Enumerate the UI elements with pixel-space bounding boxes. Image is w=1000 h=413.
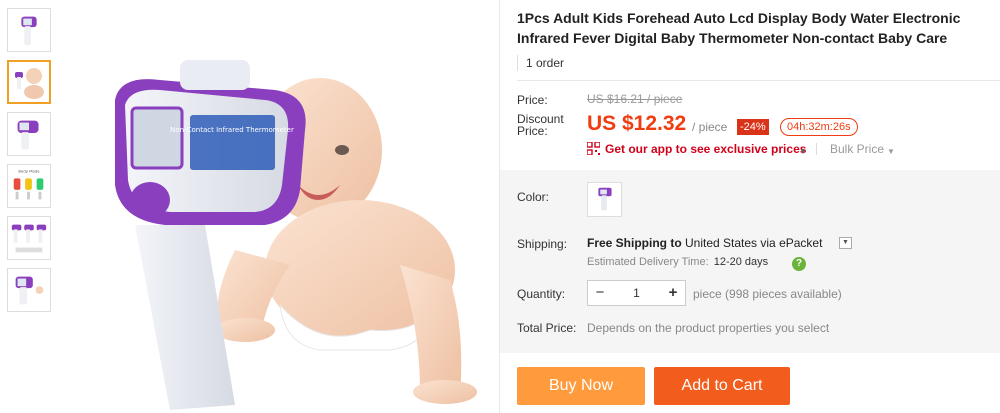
color-label: Color: xyxy=(517,190,550,204)
thumbnail-body-mode-chart[interactable]: Body Mode xyxy=(7,164,51,208)
total-price-label: Total Price: xyxy=(517,321,577,335)
quantity-stepper: − 1 + xyxy=(587,280,686,306)
estimated-delivery-label: Estimated Delivery Time: xyxy=(587,256,709,268)
info-divider xyxy=(517,80,1000,81)
main-product-image: Non-Contact Infrared Thermometer xyxy=(60,0,497,413)
separator xyxy=(816,143,817,155)
caret-down-icon: ▼ xyxy=(887,147,895,156)
buy-now-button[interactable]: Buy Now xyxy=(517,367,645,405)
baby-thermometer-illustration: Non-Contact Infrared Thermometer xyxy=(115,60,477,410)
discount-badge: -24% xyxy=(737,119,769,135)
quantity-input[interactable]: 1 xyxy=(612,281,661,305)
svg-text:Body Mode: Body Mode xyxy=(18,169,40,174)
countdown-timer: 04h:32m:26s xyxy=(780,118,858,136)
app-promo-link[interactable]: Get our app to see exclusive prices xyxy=(605,142,806,156)
help-question-icon[interactable]: ? xyxy=(792,257,806,271)
thumbnail-strip: Body Mode xyxy=(7,8,53,320)
thumbnail-thermometer-set[interactable] xyxy=(7,216,51,260)
thumbnail-thermometer-purple[interactable] xyxy=(7,8,51,52)
thumbnail-thermometer-front[interactable] xyxy=(7,268,51,312)
quantity-decrease-button[interactable]: − xyxy=(588,281,612,305)
thumbnail-baby-with-thermometer[interactable] xyxy=(7,60,51,104)
device-screen-text: Non-Contact Infrared Thermometer xyxy=(170,126,294,134)
caret-down-icon: ▼ xyxy=(799,147,807,156)
discount-price-label: Discount Price: xyxy=(517,112,564,138)
current-price: US $12.32 xyxy=(587,112,687,135)
thumbnail-thermometer-side[interactable] xyxy=(7,112,51,156)
quantity-label: Quantity: xyxy=(517,287,566,301)
estimated-delivery: Estimated Delivery Time: 12-20 days xyxy=(587,256,768,268)
color-option-swatch[interactable] xyxy=(587,182,622,217)
order-count: 1 order xyxy=(517,55,997,71)
estimated-delivery-days: 12-20 days xyxy=(713,256,769,268)
price-label: Price: xyxy=(517,93,548,107)
shipping-dropdown-icon[interactable]: ▼ xyxy=(839,237,852,249)
add-to-cart-button[interactable]: Add to Cart xyxy=(654,367,790,405)
shipping-destination: United States via ePacket xyxy=(685,236,823,250)
quantity-availability: piece (998 pieces available) xyxy=(693,287,842,301)
bulk-price-link[interactable]: Bulk Price xyxy=(830,142,884,156)
per-unit-label: / piece xyxy=(692,120,728,134)
total-price-text: Depends on the product properties you se… xyxy=(587,321,830,335)
free-shipping-text: Free Shipping to xyxy=(587,236,682,250)
product-info: 1Pcs Adult Kids Forehead Auto Lcd Displa… xyxy=(517,0,997,71)
quantity-increase-button[interactable]: + xyxy=(661,281,685,305)
shipping-info: Free Shipping to United States via ePack… xyxy=(587,236,822,250)
shipping-label: Shipping: xyxy=(517,237,568,251)
qr-code-icon xyxy=(587,142,600,155)
product-title: 1Pcs Adult Kids Forehead Auto Lcd Displa… xyxy=(517,10,961,46)
original-price: US $16.21 / piece xyxy=(587,92,683,106)
